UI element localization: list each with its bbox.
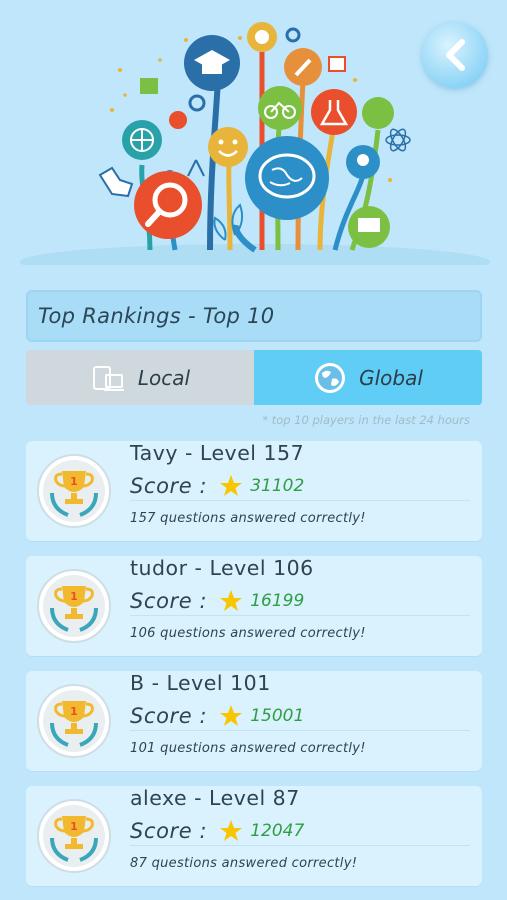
ranking-row[interactable]: 1 alexe - Level 87 Score : 12047 87 ques… <box>26 786 482 886</box>
player-name: alexe - Level 87 <box>130 786 300 810</box>
score-label: Score : <box>130 588 208 613</box>
ranking-row[interactable]: 1 Tavy - Level 157 Score : 31102 157 que… <box>26 441 482 541</box>
trophy-icon: 1 <box>37 569 111 643</box>
score-label: Score : <box>130 703 208 728</box>
score-label: Score : <box>130 818 208 843</box>
score-row: Score : 15001 <box>130 701 470 731</box>
score-row: Score : 16199 <box>130 586 470 616</box>
tab-global[interactable]: Global <box>254 350 482 405</box>
back-button[interactable] <box>422 22 488 88</box>
page-title: Top Rankings - Top 10 <box>38 304 275 328</box>
score-row: Score : 12047 <box>130 816 470 846</box>
page-title-bar: Top Rankings - Top 10 <box>26 290 482 342</box>
trophy-icon: 1 <box>37 799 111 873</box>
tab-local-label: Local <box>137 365 191 390</box>
devices-icon <box>92 365 124 391</box>
globe-icon <box>315 362 346 393</box>
answered-count: 101 questions answered correctly! <box>130 741 366 756</box>
star-icon <box>220 819 243 841</box>
player-name: tudor - Level 106 <box>130 556 314 580</box>
ranking-row[interactable]: 1 tudor - Level 106 Score : 16199 106 qu… <box>26 556 482 656</box>
score-value: 12047 <box>250 820 305 841</box>
star-icon <box>220 589 243 611</box>
score-value: 16199 <box>250 590 305 611</box>
score-value: 15001 <box>250 705 305 726</box>
footnote: * top 10 players in the last 24 hours <box>262 413 470 427</box>
tab-global-label: Global <box>359 365 423 390</box>
tab-local[interactable]: Local <box>26 350 254 405</box>
trophy-icon: 1 <box>37 684 111 758</box>
player-name: Tavy - Level 157 <box>130 441 305 465</box>
answered-count: 106 questions answered correctly! <box>130 626 366 641</box>
svg-text:1: 1 <box>70 590 78 603</box>
svg-text:1: 1 <box>70 820 78 833</box>
svg-text:1: 1 <box>70 475 78 488</box>
score-label: Score : <box>130 473 208 498</box>
player-name: B - Level 101 <box>130 671 271 695</box>
score-value: 31102 <box>250 475 305 496</box>
score-row: Score : 31102 <box>130 471 470 501</box>
chevron-left-icon <box>446 39 465 71</box>
trophy-icon: 1 <box>37 454 111 528</box>
scope-tabs: Local Global <box>26 350 482 405</box>
star-icon <box>220 704 243 726</box>
ranking-row[interactable]: 1 B - Level 101 Score : 15001 101 questi… <box>26 671 482 771</box>
star-icon <box>220 474 243 496</box>
answered-count: 87 questions answered correctly! <box>130 856 358 871</box>
svg-text:1: 1 <box>70 705 78 718</box>
answered-count: 157 questions answered correctly! <box>130 511 366 526</box>
